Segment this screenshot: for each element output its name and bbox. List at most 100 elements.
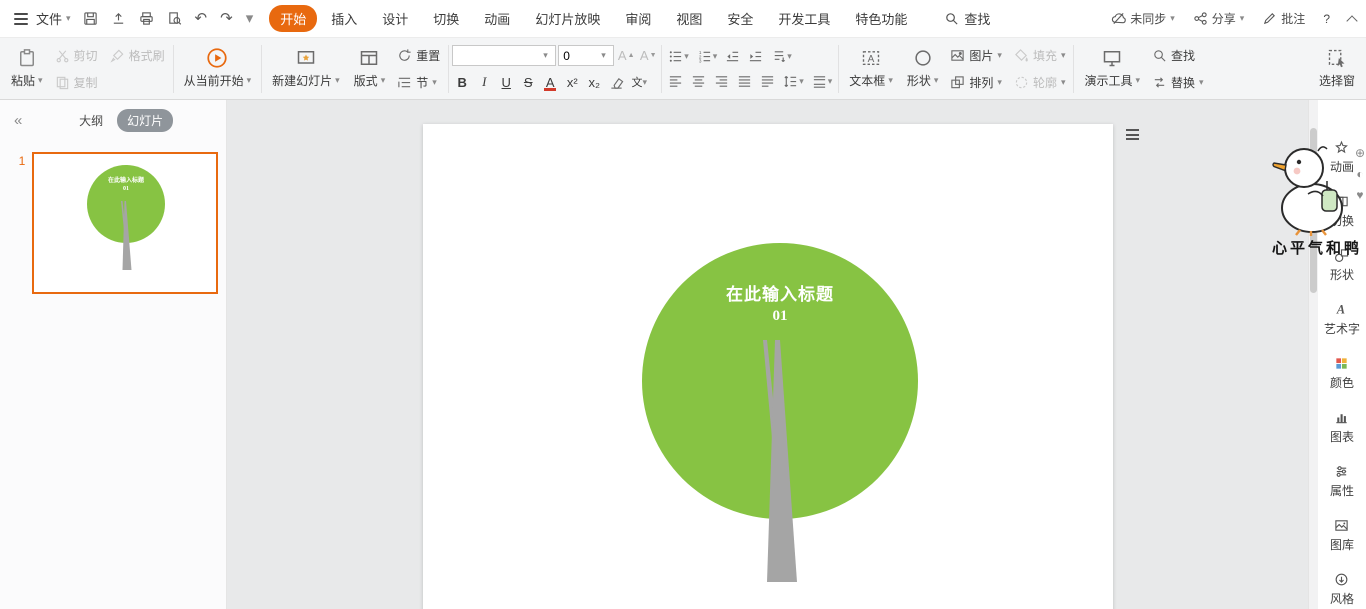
replace-button[interactable]: 替换 ▾ (1147, 72, 1209, 93)
tab-transitions[interactable]: 切换 (422, 5, 470, 32)
print-preview-button[interactable] (167, 11, 182, 26)
copy-label: 复制 (73, 75, 98, 90)
align-center-button[interactable] (688, 72, 709, 91)
redo-button[interactable]: ↷ (220, 11, 233, 26)
chevron-down-icon: ▾ (684, 50, 689, 61)
tab-review[interactable]: 审阅 (614, 5, 662, 32)
share-button[interactable]: 分享 ▾ (1193, 10, 1244, 27)
export-button[interactable] (111, 11, 126, 26)
collapse-panel-button[interactable]: « (10, 112, 26, 129)
underline-button[interactable]: U (496, 72, 516, 92)
tab-security[interactable]: 安全 (716, 5, 764, 32)
tab-insert[interactable]: 插入 (320, 5, 368, 32)
tab-developer[interactable]: 开发工具 (767, 5, 841, 32)
cut-button[interactable]: 剪切 (50, 45, 103, 66)
tab-slides[interactable]: 幻灯片 (117, 109, 174, 132)
undo-button[interactable]: ↶ (195, 11, 208, 26)
decrease-font-size-button[interactable]: A ▼ (638, 46, 658, 66)
panel-item-charts[interactable]: 图表 (1330, 410, 1354, 445)
file-menu[interactable]: 文件 ▾ (32, 9, 79, 28)
strikethrough-button[interactable]: S (518, 72, 538, 92)
section-button[interactable]: 节 ▾ (392, 72, 445, 93)
thumbnail-tree-trunk (121, 201, 132, 270)
font-color-button[interactable]: A (540, 72, 560, 92)
presentation-tools-button[interactable]: 演示工具 ▾ (1077, 42, 1147, 96)
increase-indent-button[interactable] (745, 47, 766, 66)
svg-text:3: 3 (699, 58, 702, 63)
align-right-button[interactable] (711, 72, 732, 91)
panel-item-gallery[interactable]: 图库 (1330, 518, 1354, 553)
new-slide-button[interactable]: 新建幻灯片 ▾ (265, 42, 347, 96)
format-painter-button[interactable]: 格式刷 (105, 45, 170, 66)
more-commands-caret-icon[interactable]: ▾ (246, 11, 254, 26)
line-spacing-button[interactable]: ▾ (780, 72, 807, 91)
tree-trunk-shape[interactable] (753, 336, 817, 586)
tab-animations[interactable]: 动画 (473, 5, 521, 32)
paragraph-spacing-button[interactable]: ▾ (809, 72, 836, 91)
comment-button[interactable]: 批注 (1262, 10, 1305, 27)
paste-button[interactable]: 粘贴 ▾ (4, 42, 50, 96)
panel-item-style[interactable]: 风格 (1330, 572, 1354, 607)
superscript-button[interactable]: x² (562, 72, 582, 92)
font-name-input[interactable] (457, 48, 542, 63)
italic-button[interactable]: I (474, 72, 494, 92)
panel-item-properties[interactable]: 属性 (1330, 464, 1354, 499)
chart-icon (1336, 414, 1348, 424)
selection-pane-button[interactable]: 选择窗 (1312, 42, 1362, 96)
sticker-like-icon[interactable]: ♥ (1355, 189, 1365, 201)
panel-item-wordart[interactable]: A 艺术字 (1324, 302, 1360, 337)
titlebar-find-button[interactable]: 查找 (944, 9, 990, 28)
chevron-down-icon: ▾ (1060, 76, 1066, 87)
ribbon-divider (661, 44, 663, 93)
section-icon (398, 77, 411, 87)
font-size-combo[interactable]: ▾ (558, 45, 615, 66)
font-name-combo[interactable]: ▾ (452, 45, 557, 66)
phonetic-guide-button[interactable]: 文 ▾ (629, 72, 649, 92)
panel-item-colors[interactable]: 颜色 (1330, 356, 1354, 391)
chevron-down-icon: ▾ (997, 76, 1002, 87)
arrange-button[interactable]: 排列 ▾ (945, 72, 1007, 93)
layout-button[interactable]: 版式 ▾ (347, 42, 393, 96)
shape-button[interactable]: 形状 ▾ (900, 42, 946, 96)
increase-font-size-button[interactable]: A ▲ (616, 46, 636, 66)
subscript-button[interactable]: x₂ (584, 72, 604, 92)
tab-design[interactable]: 设计 (371, 5, 419, 32)
reset-button[interactable]: 重置 (392, 45, 445, 66)
fill-button[interactable]: 填充 ▾ (1009, 45, 1071, 66)
help-button[interactable]: ? (1323, 12, 1330, 26)
font-size-input[interactable] (563, 48, 600, 63)
slide-thumbnail[interactable]: 在此输入标题 01 (32, 152, 218, 294)
find-button[interactable]: 查找 (1147, 45, 1209, 66)
tab-home[interactable]: 开始 (269, 5, 318, 32)
bullets-button[interactable]: ▾ (665, 47, 692, 66)
duck-mascot-sticker[interactable] (1270, 138, 1358, 236)
numbering-button[interactable]: 1 2 3 ▾ (694, 47, 721, 66)
save-button[interactable] (83, 11, 98, 26)
sticker-add-icon[interactable]: ⊕ (1355, 147, 1365, 159)
copy-button[interactable]: 复制 (50, 72, 103, 93)
slide-title-text[interactable]: 在此输入标题 01 (642, 280, 918, 325)
align-left-button[interactable] (665, 72, 686, 91)
tab-outline[interactable]: 大纲 (69, 109, 113, 132)
bold-button[interactable]: B (452, 72, 472, 92)
collapse-ribbon-button[interactable] (1346, 13, 1358, 27)
ribbon-divider (448, 44, 450, 93)
outline-button[interactable]: 轮廓 ▾ (1009, 72, 1071, 93)
tab-slideshow[interactable]: 幻灯片放映 (524, 5, 611, 32)
text-box-button[interactable]: A 文本框 ▾ (842, 42, 900, 96)
sticker-toggle-icon[interactable]: ◐ (1355, 168, 1365, 180)
play-from-current-button[interactable]: 从当前开始 ▾ (177, 42, 259, 96)
clear-format-button[interactable] (606, 73, 627, 92)
picture-button[interactable]: 图片 ▾ (945, 45, 1007, 66)
sync-status-button[interactable]: 未同步 ▾ (1111, 10, 1175, 27)
distribute-text-button[interactable] (757, 72, 778, 91)
tab-view[interactable]: 视图 (665, 5, 713, 32)
main-menu-icon[interactable] (10, 9, 32, 29)
print-button[interactable] (139, 11, 154, 26)
tab-special-features[interactable]: 特色功能 (844, 5, 918, 32)
decrease-indent-button[interactable] (722, 47, 743, 66)
chevron-down-icon: ▾ (997, 49, 1002, 60)
justify-button[interactable] (734, 72, 755, 91)
canvas-menu-button[interactable] (1124, 127, 1141, 142)
text-direction-button[interactable]: ▾ (768, 47, 795, 66)
